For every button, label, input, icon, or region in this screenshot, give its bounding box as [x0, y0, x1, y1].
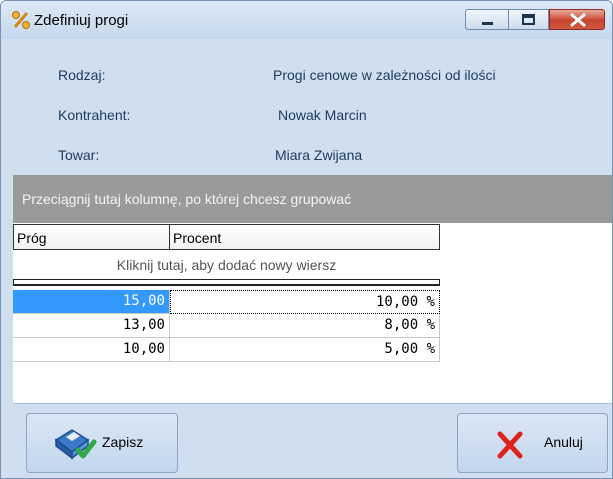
maximize-icon — [522, 14, 535, 25]
define-thresholds-window: Zdefiniuj progi Rodzaj: Progi cenowe w z… — [0, 0, 613, 479]
percent-cell[interactable]: 10,00 % — [170, 290, 440, 314]
minimize-icon — [482, 22, 493, 25]
table-row[interactable]: 13,00 8,00 % — [13, 314, 440, 338]
window-title: Zdefiniuj progi — [34, 12, 129, 29]
column-header-threshold[interactable]: Próg — [13, 224, 170, 250]
thresholds-grid[interactable]: Próg Procent Kliknij tutaj, aby dodać no… — [13, 223, 612, 403]
table-row[interactable]: 15,00 10,00 % — [13, 290, 440, 314]
cancel-x-icon — [497, 431, 523, 459]
new-row-input[interactable] — [13, 279, 440, 286]
percent-icon — [12, 11, 30, 29]
product-value: Miara Zwijana — [275, 147, 363, 163]
threshold-cell[interactable]: 10,00 — [13, 338, 170, 362]
threshold-cell[interactable]: 15,00 — [13, 290, 170, 314]
group-by-panel[interactable]: Przeciągnij tutaj kolumnę, po której chc… — [13, 175, 612, 223]
table-row[interactable]: 10,00 5,00 % — [13, 338, 440, 362]
percent-cell[interactable]: 5,00 % — [170, 338, 440, 362]
save-label: Zapisz — [102, 434, 144, 450]
maximize-button[interactable] — [509, 9, 549, 30]
title-bar[interactable]: Zdefiniuj progi — [1, 1, 612, 39]
cancel-label: Anuluj — [544, 434, 583, 450]
type-label: Rodzaj: — [58, 67, 106, 83]
column-header-percent[interactable]: Procent — [169, 224, 440, 250]
type-value: Progi cenowe w zależności od ilości — [273, 67, 496, 83]
save-disk-icon — [54, 429, 97, 460]
save-button[interactable]: Zapisz — [26, 413, 178, 473]
divider — [13, 403, 612, 404]
percent-cell[interactable]: 8,00 % — [170, 314, 440, 338]
close-icon — [570, 13, 586, 27]
product-label: Towar: — [58, 147, 100, 163]
new-row-hint[interactable]: Kliknij tutaj, aby dodać nowy wiersz — [13, 257, 440, 273]
minimize-button[interactable] — [465, 9, 509, 30]
group-by-hint: Przeciągnij tutaj kolumnę, po której chc… — [22, 191, 352, 207]
threshold-cell[interactable]: 13,00 — [13, 314, 170, 338]
close-button[interactable] — [549, 9, 605, 30]
contractor-label: Kontrahent: — [58, 107, 131, 123]
cancel-button[interactable]: Anuluj — [457, 413, 608, 473]
contractor-value: Nowak Marcin — [278, 107, 367, 123]
